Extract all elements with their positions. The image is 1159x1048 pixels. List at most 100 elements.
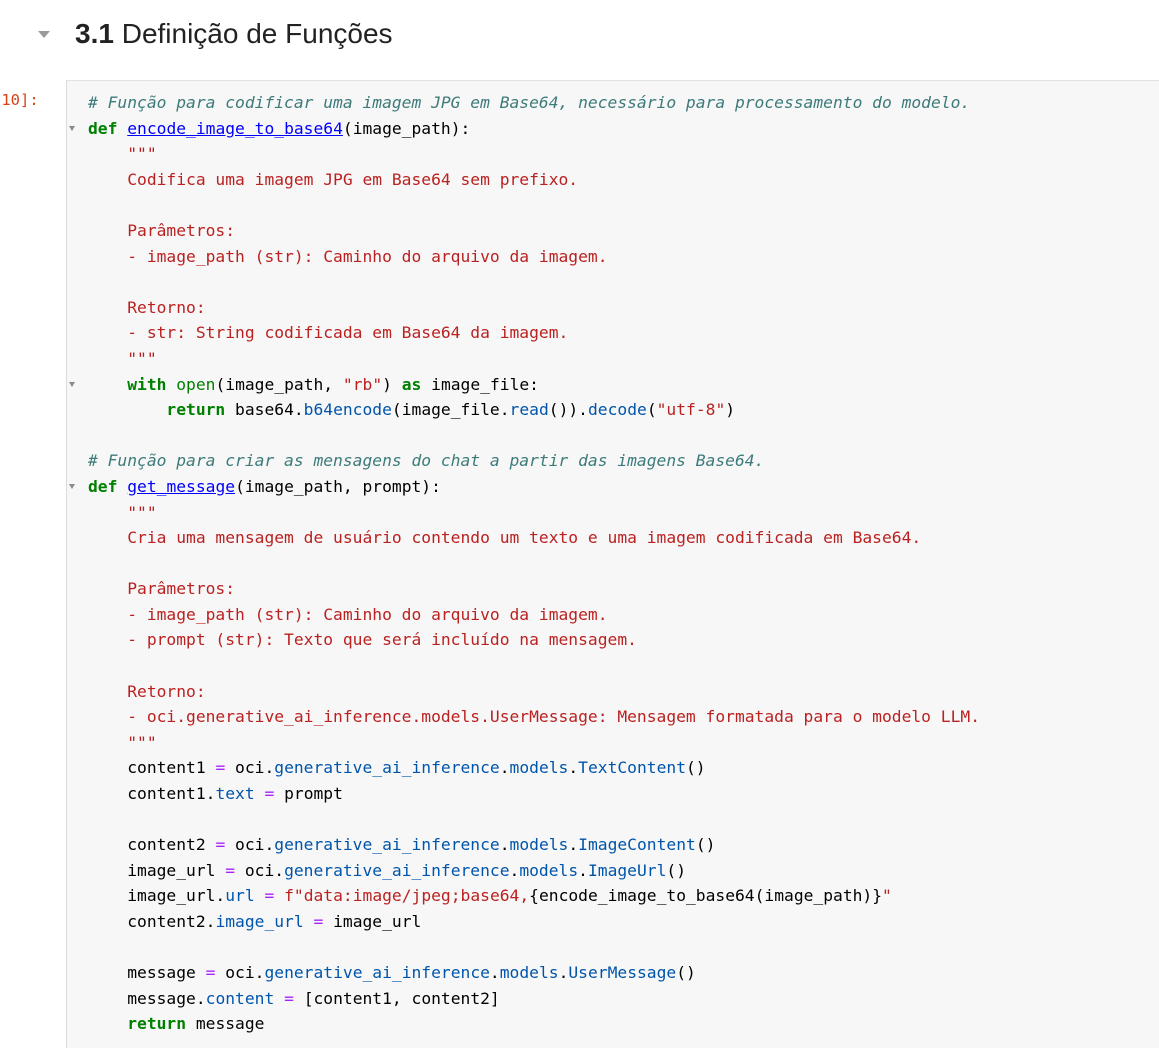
code-line: image_url.url = f"data:image/jpeg;base64… [88, 883, 980, 909]
code-token-text: image_url [323, 912, 422, 931]
code-token-function-name: encode_image_to_base64 [127, 118, 343, 138]
code-token-attribute: ImageContent [578, 835, 696, 855]
code-token-attribute: content [205, 988, 275, 1008]
code-token-text: message [88, 963, 206, 983]
code-token-text: oci. [235, 860, 285, 880]
code-token-text: message. [88, 988, 206, 1008]
code-token-keyword: def [88, 476, 118, 496]
code-line: with open(image_path, "rb") as image_fil… [88, 372, 980, 398]
code-line: content2 = oci.generative_ai_inference.m… [88, 832, 980, 858]
code-token-string: """ [127, 144, 157, 164]
code-token-text: image_file: [421, 374, 539, 394]
code-token-string: """ [127, 502, 157, 522]
fold-arrow-icon[interactable] [69, 381, 75, 387]
code-token-keyword: as [401, 374, 422, 394]
collapse-section-icon[interactable] [38, 31, 50, 38]
code-line: content1 = oci.generative_ai_inference.m… [88, 755, 980, 781]
code-token-string: - image_path (str): Caminho do arquivo d… [88, 604, 608, 624]
code-token-text: . [568, 758, 579, 778]
code-token-string: - image_path (str): Caminho do arquivo d… [88, 246, 608, 266]
code-token-string: - oci.generative_ai_inference.models.Use… [88, 707, 980, 727]
code-token-text: . [558, 963, 569, 983]
code-token-text: () [686, 758, 706, 778]
fold-arrow-icon[interactable] [69, 125, 75, 131]
code-token-builtin: open [176, 374, 216, 394]
code-line: content1.text = prompt [88, 781, 980, 807]
code-token-text: . [499, 835, 510, 855]
code-token-attribute: generative_ai_inference [274, 835, 500, 855]
code-token-text: oci. [225, 758, 275, 778]
code-token-string: """ [88, 348, 157, 368]
code-token-text: oci. [225, 835, 275, 855]
code-token-string: """ [88, 732, 157, 752]
fold-arrow-icon[interactable] [69, 484, 75, 489]
code-token-text: content1 [88, 758, 216, 778]
code-line: Cria uma mensagem de usuário contendo um… [88, 525, 980, 551]
code-token-function-name: get_message [127, 476, 236, 496]
section-header: 3.1 Definição de Funções [0, 0, 1159, 76]
code-line: Retorno: [88, 295, 980, 321]
code-line: def get_message(image_path, prompt): [88, 474, 980, 500]
code-token-attribute: UserMessage [568, 963, 677, 983]
code-token-string: f"data:image/jpeg;base64, [284, 886, 530, 906]
code-line: """ [88, 500, 980, 526]
code-line: image_url = oci.generative_ai_inference.… [88, 858, 980, 884]
code-token-operator: = [264, 784, 275, 804]
code-token-keyword: def [88, 118, 118, 138]
code-token-attribute: generative_ai_inference [284, 860, 510, 880]
code-line: """ [88, 730, 980, 756]
code-line: - image_path (str): Caminho do arquivo d… [88, 244, 980, 270]
code-token-text: ) [382, 374, 402, 394]
fold-gutter [67, 81, 85, 1048]
code-token-text: content1. [88, 784, 216, 804]
execution-count: [10]: [0, 91, 39, 109]
code-line: Parâmetros: [88, 576, 980, 602]
code-token-string: Parâmetros: [88, 579, 236, 599]
code-token-comment: # Função para codificar uma imagem JPG e… [88, 93, 971, 112]
code-token-string: Retorno: [88, 297, 206, 317]
code-token-text: . [499, 758, 510, 778]
code-token-string: "utf-8" [656, 400, 726, 420]
code-line: # Função para criar as mensagens do chat… [88, 448, 980, 474]
code-token-string: - str: String codificada em Base64 da im… [88, 323, 569, 343]
code-token-string: "rb" [342, 374, 383, 394]
code-token-text: . [578, 860, 588, 880]
code-token-text: content2. [88, 912, 216, 931]
code-token-text: . [509, 860, 520, 880]
code-line: def encode_image_to_base64(image_path): [88, 116, 980, 142]
code-area[interactable]: # Função para codificar uma imagem JPG e… [88, 90, 980, 1037]
code-token-text: () [695, 835, 716, 855]
code-token-operator: = [284, 988, 294, 1008]
section-title: 3.1 Definição de Funções [75, 18, 393, 50]
code-line: content2.image_url = image_url [88, 909, 980, 935]
code-token-text: (image_file. [391, 400, 510, 420]
code-token-comment: # Função para criar as mensagens do chat… [88, 451, 765, 471]
code-cell[interactable]: [10]: # Função para codificar uma imagem… [0, 80, 1159, 1048]
code-token-attribute: generative_ai_inference [274, 758, 500, 778]
code-editor[interactable]: # Função para codificar uma imagem JPG e… [66, 80, 1159, 1048]
code-line: Retorno: [88, 679, 980, 705]
code-line: Codifica uma imagem JPG em Base64 sem pr… [88, 167, 980, 193]
code-token-attribute: models [509, 758, 569, 778]
code-token-string: - prompt (str): Texto que será incluído … [88, 630, 637, 650]
code-token-attribute: image_url [215, 912, 304, 931]
code-token-text: . [568, 835, 579, 855]
code-line: return base64.b64encode(image_file.read(… [88, 397, 980, 423]
code-token-keyword: return [166, 400, 226, 420]
code-token-text: () [666, 860, 686, 880]
code-token-attribute: decode [587, 400, 647, 420]
